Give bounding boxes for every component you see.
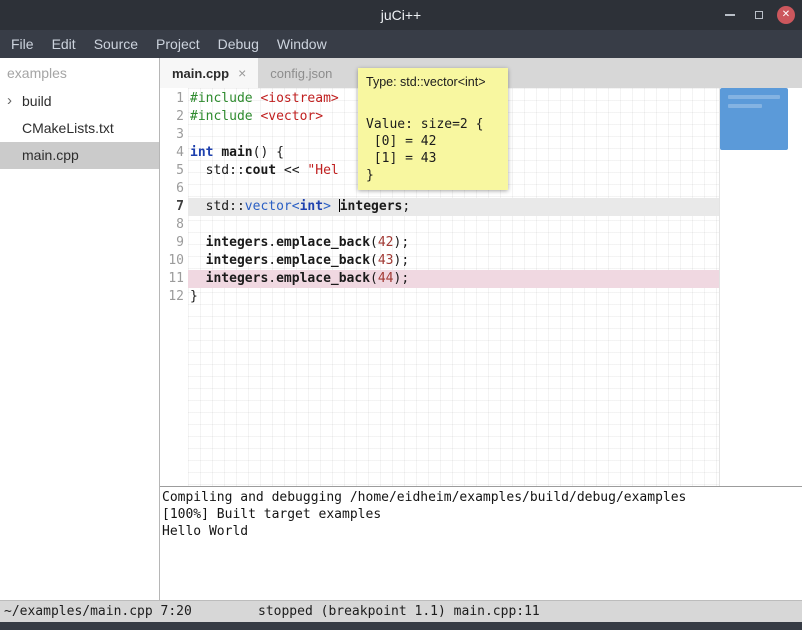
minimap-line <box>728 104 762 108</box>
code-text: std::cout << "Hel <box>190 162 339 180</box>
code-line-7[interactable]: 7 std::vector<int> integers; <box>160 198 802 216</box>
maximize-button[interactable] <box>748 4 770 26</box>
tooltip-type-line: Type: std::vector<int> <box>358 68 508 96</box>
code-line-8[interactable]: 8 <box>160 216 802 234</box>
line-number: 6 <box>160 180 184 198</box>
code-text: integers.emplace_back(44); <box>190 270 409 288</box>
close-button[interactable]: ✕ <box>777 6 795 24</box>
code-text: integers.emplace_back(42); <box>190 234 409 252</box>
tooltip-value-line: [1] = 43 <box>366 150 500 167</box>
file-tree: › build CMakeLists.txt main.cpp <box>0 88 159 169</box>
tree-item-build[interactable]: › build <box>0 88 159 115</box>
tooltip-value-section: Value: size=2 { [0] = 42 [1] = 43} <box>358 96 508 190</box>
tree-item-cmakelists-txt[interactable]: CMakeLists.txt <box>0 115 159 142</box>
menu-item-window[interactable]: Window <box>268 30 336 58</box>
line-number: 2 <box>160 108 184 126</box>
line-number: 1 <box>160 90 184 108</box>
menu-item-source[interactable]: Source <box>85 30 147 58</box>
code-text: #include <iostream> <box>190 90 339 108</box>
sidebar-header: examples <box>0 58 159 88</box>
tab-label: config.json <box>270 66 332 81</box>
tooltip-value-line: Value: size=2 { <box>366 116 500 133</box>
close-icon: ✕ <box>782 10 790 20</box>
minimap-line <box>728 95 780 99</box>
terminal-panel[interactable]: Compiling and debugging /home/eidheim/ex… <box>160 486 802 600</box>
code-text: int main() { <box>190 144 284 162</box>
line-number: 7 <box>160 198 184 216</box>
terminal-line: Compiling and debugging /home/eidheim/ex… <box>162 489 802 506</box>
line-number: 5 <box>160 162 184 180</box>
line-number: 12 <box>160 288 184 306</box>
code-line-12[interactable]: 12} <box>160 288 802 306</box>
tab-main-cpp[interactable]: main.cpp × <box>160 58 258 88</box>
line-number: 4 <box>160 144 184 162</box>
line-number: 3 <box>160 126 184 144</box>
window-controls: ✕ <box>719 0 795 30</box>
code-line-10[interactable]: 10 integers.emplace_back(43); <box>160 252 802 270</box>
code-text: } <box>190 288 198 306</box>
app-window: juCi++ ✕ FileEditSourceProjectDebugWindo… <box>0 0 802 630</box>
expander-icon[interactable]: › <box>7 87 12 114</box>
tree-item-label: CMakeLists.txt <box>22 120 114 136</box>
code-text: std::vector<int> integers; <box>190 198 410 216</box>
menu-bar: FileEditSourceProjectDebugWindow <box>0 30 802 58</box>
code-text: integers.emplace_back(43); <box>190 252 409 270</box>
menu-item-edit[interactable]: Edit <box>43 30 85 58</box>
line-number: 8 <box>160 216 184 234</box>
line-number: 10 <box>160 252 184 270</box>
tab-close-icon[interactable]: × <box>238 65 246 81</box>
debug-tooltip: Type: std::vector<int> Value: size=2 { [… <box>358 68 508 190</box>
tab-label: main.cpp <box>172 66 229 81</box>
terminal-line: [100%] Built target examples <box>162 506 802 523</box>
code-line-9[interactable]: 9 integers.emplace_back(42); <box>160 234 802 252</box>
sidebar: examples › build CMakeLists.txt main.cpp <box>0 58 160 600</box>
menu-item-file[interactable]: File <box>2 30 43 58</box>
line-number: 11 <box>160 270 184 288</box>
code-line-11[interactable]: 11 integers.emplace_back(44); <box>160 270 802 288</box>
status-file-position: ~/examples/main.cpp 7:20 <box>4 604 192 619</box>
minimize-icon <box>725 14 735 16</box>
status-bar: ~/examples/main.cpp 7:20 stopped (breakp… <box>0 600 802 622</box>
menu-item-debug[interactable]: Debug <box>209 30 268 58</box>
line-number: 9 <box>160 234 184 252</box>
terminal-line: Hello World <box>162 523 802 540</box>
tooltip-value-line: [0] = 42 <box>366 133 500 150</box>
title-bar: juCi++ ✕ <box>0 0 802 30</box>
maximize-icon <box>755 11 763 19</box>
window-bottom-border <box>0 622 802 630</box>
tab-config-json[interactable]: config.json <box>258 58 344 88</box>
status-debug-state: stopped (breakpoint 1.1) main.cpp:11 <box>258 604 540 619</box>
menu-item-project[interactable]: Project <box>147 30 209 58</box>
tooltip-value-line: } <box>366 167 500 184</box>
window-title: juCi++ <box>381 7 421 23</box>
editor-minimap[interactable] <box>720 88 788 150</box>
minimize-button[interactable] <box>719 4 741 26</box>
tree-item-label: main.cpp <box>22 147 79 163</box>
code-text: #include <vector> <box>190 108 323 126</box>
tree-item-label: build <box>22 93 52 109</box>
tree-item-main-cpp[interactable]: main.cpp <box>0 142 159 169</box>
